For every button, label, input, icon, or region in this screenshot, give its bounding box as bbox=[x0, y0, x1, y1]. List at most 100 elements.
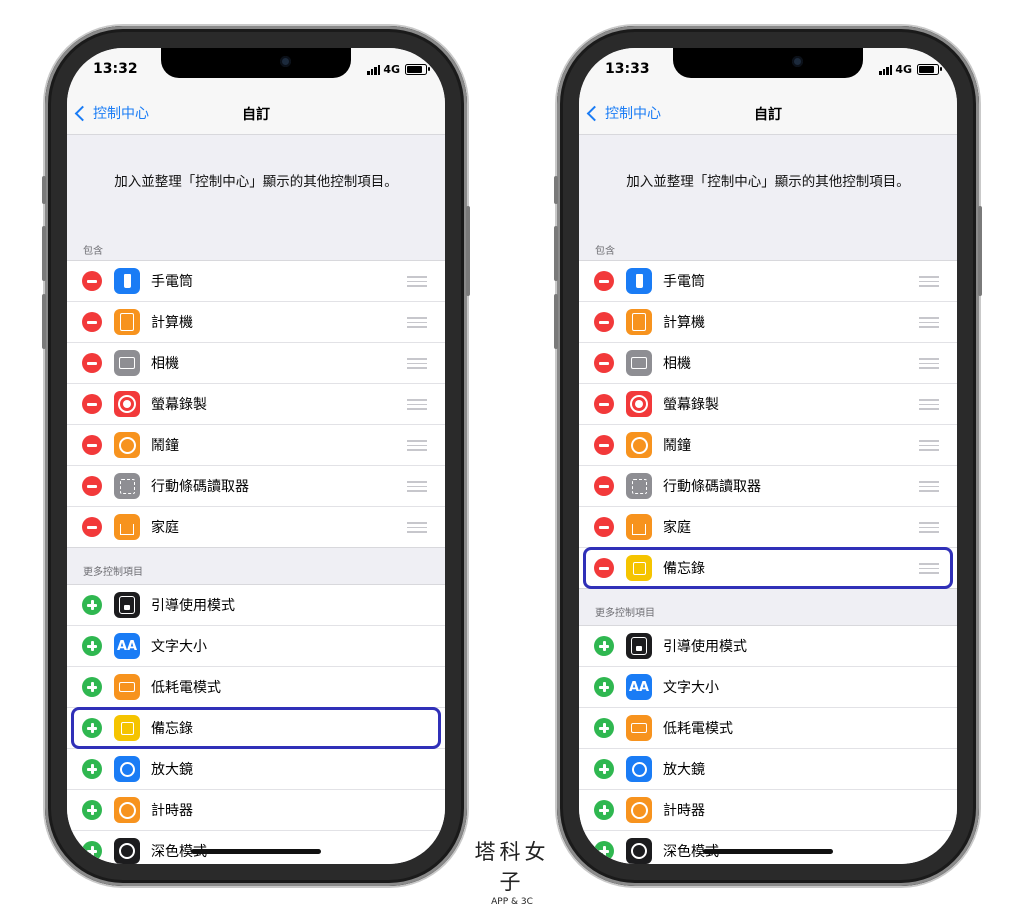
more-controls-list: 引導使用模式 AA 文字大小 低耗電模式 放大鏡計時器深色模式 bbox=[579, 625, 957, 864]
qr-code-icon bbox=[114, 473, 140, 499]
control-row[interactable]: 行動條碼讀取器 bbox=[67, 466, 445, 507]
calculator-icon bbox=[626, 309, 652, 335]
included-section-header: 包含 bbox=[83, 246, 103, 257]
control-row[interactable]: 鬧鐘 bbox=[67, 425, 445, 466]
control-label: 行動條碼讀取器 bbox=[151, 479, 249, 495]
control-row[interactable]: 備忘錄 bbox=[67, 707, 445, 749]
remove-icon[interactable] bbox=[594, 558, 614, 578]
add-icon[interactable] bbox=[82, 800, 102, 820]
camera-icon bbox=[114, 350, 140, 376]
status-indicators: 4G bbox=[879, 63, 942, 76]
timer-icon bbox=[626, 797, 652, 823]
control-row[interactable]: 家庭 bbox=[579, 507, 957, 548]
control-row[interactable]: 手電筒 bbox=[67, 261, 445, 302]
home-indicator[interactable] bbox=[703, 849, 833, 854]
add-icon[interactable] bbox=[82, 595, 102, 615]
add-icon[interactable] bbox=[594, 718, 614, 738]
reorder-handle-icon[interactable] bbox=[407, 317, 427, 331]
reorder-handle-icon[interactable] bbox=[407, 481, 427, 495]
control-label: 家庭 bbox=[151, 520, 179, 536]
control-row[interactable]: 計時器 bbox=[67, 790, 445, 831]
dark-mode-icon bbox=[114, 838, 140, 864]
reorder-handle-icon[interactable] bbox=[919, 440, 939, 454]
watermark-subtitle: APP & 3C bbox=[491, 897, 533, 907]
reorder-handle-icon[interactable] bbox=[919, 522, 939, 536]
control-row[interactable]: 家庭 bbox=[67, 507, 445, 547]
add-icon[interactable] bbox=[594, 636, 614, 656]
add-icon[interactable] bbox=[82, 759, 102, 779]
control-row[interactable]: AA 文字大小 bbox=[67, 626, 445, 667]
page-title: 自訂 bbox=[754, 107, 782, 123]
reorder-handle-icon[interactable] bbox=[407, 440, 427, 454]
reorder-handle-icon[interactable] bbox=[919, 317, 939, 331]
add-icon[interactable] bbox=[594, 759, 614, 779]
control-row[interactable]: AA 文字大小 bbox=[579, 667, 957, 708]
reorder-handle-icon[interactable] bbox=[407, 399, 427, 413]
qr-code-icon bbox=[626, 473, 652, 499]
control-row[interactable]: 深色模式 bbox=[67, 831, 445, 864]
remove-icon[interactable] bbox=[594, 271, 614, 291]
screen-record-icon bbox=[114, 391, 140, 417]
remove-icon[interactable] bbox=[82, 435, 102, 455]
remove-icon[interactable] bbox=[82, 476, 102, 496]
add-icon[interactable] bbox=[594, 800, 614, 820]
reorder-handle-icon[interactable] bbox=[407, 358, 427, 372]
control-row[interactable]: 引導使用模式 bbox=[67, 585, 445, 626]
add-icon[interactable] bbox=[82, 841, 102, 861]
remove-icon[interactable] bbox=[594, 394, 614, 414]
control-row[interactable]: 放大鏡 bbox=[579, 749, 957, 790]
control-row[interactable]: 相機 bbox=[579, 343, 957, 384]
reorder-handle-icon[interactable] bbox=[919, 276, 939, 290]
reorder-handle-icon[interactable] bbox=[919, 399, 939, 413]
add-icon[interactable] bbox=[82, 718, 102, 738]
home-icon bbox=[114, 514, 140, 540]
mute-switch bbox=[554, 176, 558, 204]
control-row[interactable]: 低耗電模式 bbox=[579, 708, 957, 749]
control-row[interactable]: 計時器 bbox=[579, 790, 957, 831]
remove-icon[interactable] bbox=[594, 517, 614, 537]
navigation-bar: 控制中心 自訂 bbox=[67, 92, 445, 135]
side-button bbox=[466, 206, 470, 296]
dark-mode-icon bbox=[626, 838, 652, 864]
home-indicator[interactable] bbox=[191, 849, 321, 854]
remove-icon[interactable] bbox=[82, 517, 102, 537]
remove-icon[interactable] bbox=[82, 271, 102, 291]
reorder-handle-icon[interactable] bbox=[407, 276, 427, 290]
control-row[interactable]: 放大鏡 bbox=[67, 749, 445, 790]
remove-icon[interactable] bbox=[594, 476, 614, 496]
remove-icon[interactable] bbox=[594, 353, 614, 373]
volume-up-button bbox=[554, 226, 558, 281]
control-label: 備忘錄 bbox=[663, 561, 705, 577]
control-row[interactable]: 備忘錄 bbox=[579, 547, 957, 589]
control-row[interactable]: 相機 bbox=[67, 343, 445, 384]
control-row[interactable]: 計算機 bbox=[579, 302, 957, 343]
included-section-header: 包含 bbox=[595, 246, 615, 257]
control-row[interactable]: 螢幕錄製 bbox=[579, 384, 957, 425]
remove-icon[interactable] bbox=[82, 312, 102, 332]
reorder-handle-icon[interactable] bbox=[919, 481, 939, 495]
volume-down-button bbox=[42, 294, 46, 349]
control-label: 備忘錄 bbox=[151, 721, 193, 737]
add-icon[interactable] bbox=[594, 841, 614, 861]
control-row[interactable]: 引導使用模式 bbox=[579, 626, 957, 667]
control-label: 計時器 bbox=[663, 803, 705, 819]
control-row[interactable]: 低耗電模式 bbox=[67, 667, 445, 708]
remove-icon[interactable] bbox=[594, 435, 614, 455]
reorder-handle-icon[interactable] bbox=[919, 563, 939, 577]
control-row[interactable]: 深色模式 bbox=[579, 831, 957, 864]
phone-right: 13:33 4G 控制中心 自訂 加入並整理「控制中心」顯示的其他控制項目。 包… bbox=[554, 26, 982, 886]
remove-icon[interactable] bbox=[82, 353, 102, 373]
control-row[interactable]: 鬧鐘 bbox=[579, 425, 957, 466]
control-label: 文字大小 bbox=[663, 680, 719, 696]
remove-icon[interactable] bbox=[594, 312, 614, 332]
add-icon[interactable] bbox=[82, 636, 102, 656]
control-row[interactable]: 手電筒 bbox=[579, 261, 957, 302]
control-row[interactable]: 計算機 bbox=[67, 302, 445, 343]
add-icon[interactable] bbox=[82, 677, 102, 697]
reorder-handle-icon[interactable] bbox=[407, 522, 427, 536]
add-icon[interactable] bbox=[594, 677, 614, 697]
reorder-handle-icon[interactable] bbox=[919, 358, 939, 372]
remove-icon[interactable] bbox=[82, 394, 102, 414]
control-row[interactable]: 行動條碼讀取器 bbox=[579, 466, 957, 507]
control-row[interactable]: 螢幕錄製 bbox=[67, 384, 445, 425]
